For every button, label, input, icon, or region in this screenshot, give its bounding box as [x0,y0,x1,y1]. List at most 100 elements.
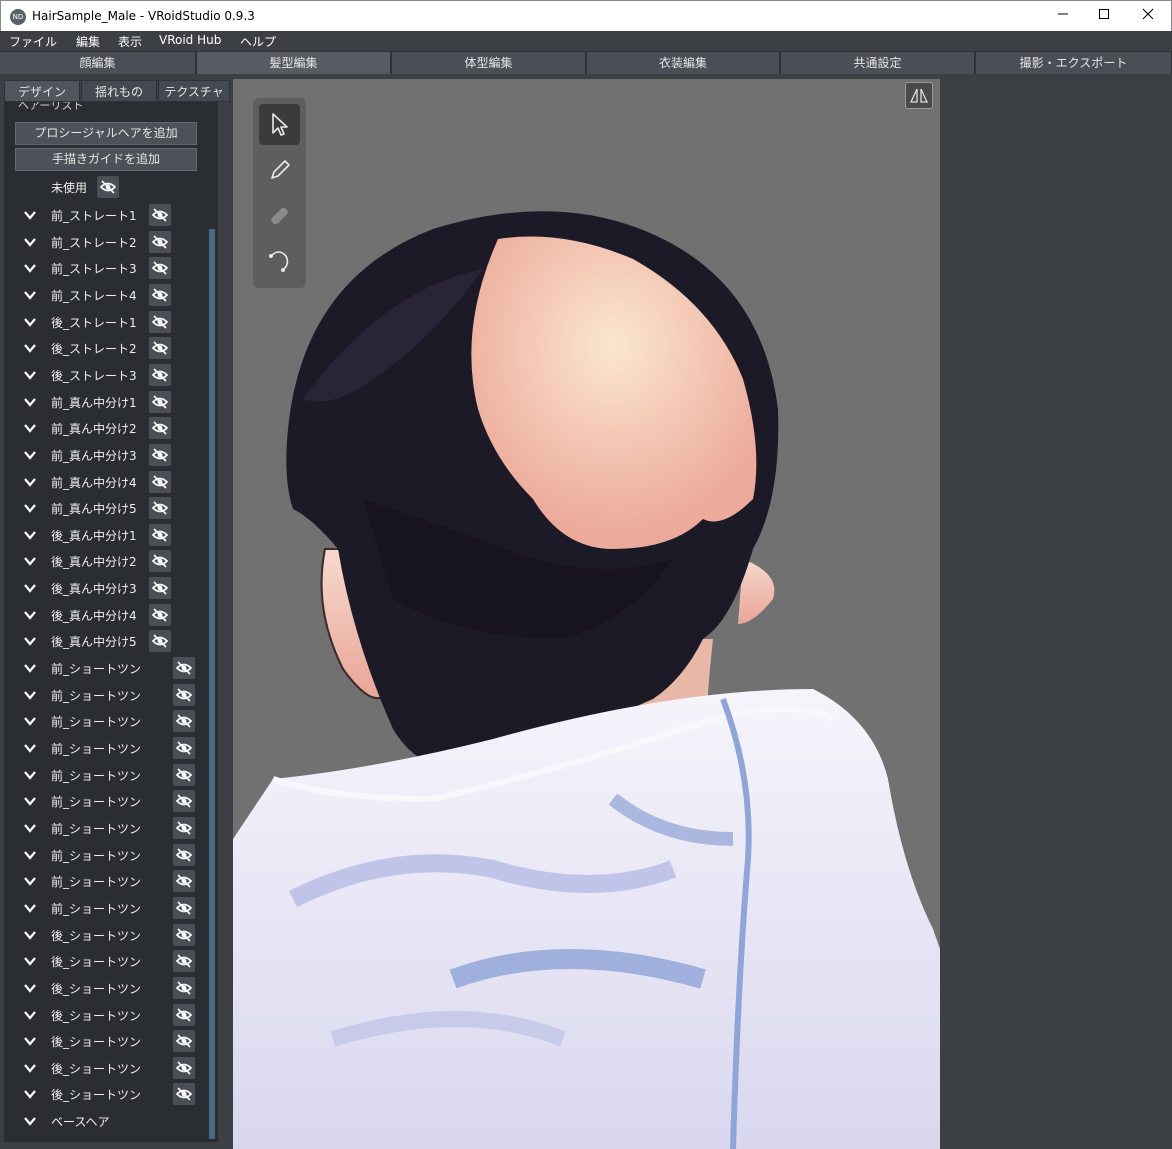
hidden-eye-icon[interactable] [173,923,195,946]
subtab-sway[interactable]: 揺れもの [81,80,157,102]
menu-help[interactable]: ヘルプ [240,33,276,50]
chevron-down-icon[interactable] [23,1060,36,1073]
chevron-down-icon[interactable] [23,260,36,274]
hidden-eye-icon[interactable] [149,523,171,546]
unused-group-row[interactable]: 未使用 [15,174,198,200]
hair-list-item[interactable]: 前_ショートツン [15,868,198,895]
hidden-eye-icon[interactable] [173,1083,195,1106]
chevron-down-icon[interactable] [23,980,36,993]
hair-list-item[interactable]: 前_ショートツン [15,708,198,735]
hidden-eye-icon[interactable] [149,337,171,360]
hidden-eye-icon[interactable] [149,283,171,306]
hair-list-item[interactable]: 前_ショートツン [15,788,198,815]
hair-list-item[interactable]: 後_ショートツン [15,1001,198,1028]
chevron-down-icon[interactable] [23,500,36,513]
chevron-down-icon[interactable] [23,793,36,807]
tab-outfit-edit[interactable]: 衣装編集 [587,52,780,74]
tab-common-settings[interactable]: 共通設定 [781,52,975,74]
select-tool-button[interactable] [259,104,300,145]
hair-list-item[interactable]: 後_ショートツン [15,1028,198,1055]
hair-list-item[interactable]: 後_ショートツン [15,974,198,1001]
hair-list-item[interactable]: 前_ストレート3 [15,255,198,282]
hair-list-item[interactable]: 後_ショートツン [15,1054,198,1081]
subtab-design[interactable]: デザイン [4,80,80,102]
hidden-eye-icon[interactable] [173,896,195,919]
hidden-eye-icon[interactable] [173,710,195,733]
hidden-eye-icon[interactable] [149,417,171,440]
hidden-eye-icon[interactable] [173,1003,195,1026]
hair-list-item[interactable]: 前_ストレート1 [15,202,198,228]
hair-list-item[interactable]: 前_ストレート4 [15,281,198,308]
hidden-eye-icon[interactable] [173,737,195,759]
chevron-down-icon[interactable] [23,580,36,593]
hidden-eye-icon[interactable] [149,443,171,466]
tab-face-edit[interactable]: 顔編集 [0,52,196,74]
hidden-eye-icon[interactable] [149,390,171,413]
chevron-down-icon[interactable] [23,527,36,540]
hidden-eye-icon[interactable] [149,577,171,600]
hair-list-item[interactable]: 前_真ん中分け5 [15,495,198,522]
hair-list-item[interactable]: 後_ストレート3 [15,361,198,388]
chevron-down-icon[interactable] [23,474,36,487]
hidden-eye-icon[interactable] [149,550,171,573]
hidden-eye-icon[interactable] [173,1030,195,1053]
chevron-down-icon[interactable] [23,447,36,460]
hair-list-item[interactable]: 前_真ん中分け1 [15,388,198,415]
chevron-down-icon[interactable] [23,873,36,886]
close-button[interactable] [1125,1,1171,31]
hidden-eye-icon[interactable] [173,790,195,813]
chevron-down-icon[interactable] [23,847,36,860]
chevron-down-icon[interactable] [23,340,36,353]
hidden-eye-icon[interactable] [173,1056,195,1079]
hair-list-item[interactable]: 後_真ん中分け3 [15,575,198,602]
hair-list-item[interactable]: 後_ストレート1 [15,308,198,335]
hidden-eye-icon[interactable] [173,950,195,973]
hidden-eye-icon[interactable] [149,230,171,253]
add-procedural-hair-button[interactable]: プロシージャルヘアを追加 [15,122,197,145]
chevron-down-icon[interactable] [23,287,36,300]
maximize-button[interactable] [1081,1,1127,31]
minimize-button[interactable] [1040,1,1086,31]
hidden-eye-icon[interactable] [149,204,171,226]
chevron-down-icon[interactable] [23,900,36,913]
pen-tool-button[interactable] [259,150,300,191]
hair-list-item[interactable]: 前_ショートツン [15,681,198,708]
chevron-down-icon[interactable] [23,820,36,833]
hidden-eye-icon[interactable] [149,310,171,333]
chevron-down-icon[interactable] [23,767,36,780]
hair-list-item[interactable]: 前_ショートツン [15,814,198,841]
hair-list-item[interactable]: 後_真ん中分け5 [15,628,198,655]
chevron-down-icon[interactable] [23,234,36,247]
chevron-down-icon[interactable] [23,394,36,407]
hair-list-item[interactable]: 前_ショートツン [15,761,198,788]
hair-list-item[interactable]: 後_真ん中分け4 [15,601,198,628]
chevron-down-icon[interactable] [23,740,36,753]
hair-list-item[interactable]: 前_ショートツン [15,894,198,921]
hair-list-item[interactable]: 前_ショートツン [15,655,198,682]
base-hair-row[interactable]: ベースヘア [15,1108,198,1135]
hidden-eye-icon[interactable] [97,176,119,198]
subtab-texture[interactable]: テクスチャ [158,80,230,102]
tab-photo-export[interactable]: 撮影・エクスポート [976,52,1172,74]
hidden-eye-icon[interactable] [149,630,171,653]
hidden-eye-icon[interactable] [173,976,195,999]
hair-list-item[interactable]: 前_ストレート2 [15,228,198,255]
hidden-eye-icon[interactable] [149,470,171,493]
hair-list-item[interactable]: 後_ショートツン [15,921,198,948]
hair-list-item[interactable]: 前_真ん中分け3 [15,441,198,468]
hidden-eye-icon[interactable] [149,257,171,280]
3d-viewport[interactable] [233,79,940,1149]
chevron-down-icon[interactable] [23,553,36,567]
hidden-eye-icon[interactable] [173,683,195,706]
hair-list-item[interactable]: 前_真ん中分け2 [15,415,198,442]
hidden-eye-icon[interactable] [173,763,195,786]
menu-file[interactable]: ファイル [9,33,57,50]
eraser-tool-button[interactable] [259,195,300,236]
chevron-down-icon[interactable] [23,607,36,620]
chevron-down-icon[interactable] [23,687,36,700]
chevron-down-icon[interactable] [23,314,36,327]
tab-hair-edit[interactable]: 髪型編集 [197,52,391,74]
hidden-eye-icon[interactable] [173,816,195,839]
hair-list-item[interactable]: 後_ショートツン [15,948,198,975]
hidden-eye-icon[interactable] [173,657,195,680]
